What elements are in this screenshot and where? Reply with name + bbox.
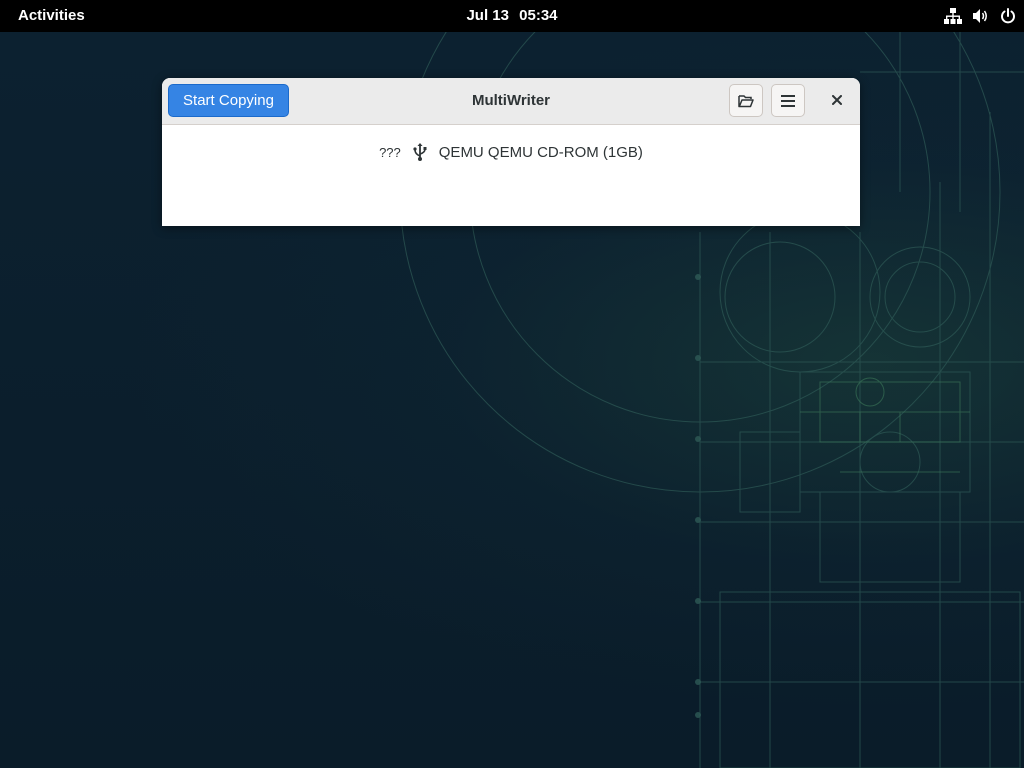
- main-menu-button[interactable]: [771, 84, 805, 117]
- network-wired-icon: [944, 8, 962, 24]
- power-icon: [1001, 8, 1015, 24]
- clock-time: 05:34: [519, 7, 558, 24]
- device-row[interactable]: ??? QEMU QEMU CD-ROM (1GB): [162, 143, 860, 161]
- volume-icon: [973, 9, 987, 23]
- device-list: ??? QEMU QEMU CD-ROM (1GB): [162, 125, 860, 226]
- usb-icon: [413, 143, 427, 161]
- device-label: QEMU QEMU CD-ROM (1GB): [438, 143, 643, 161]
- open-image-button[interactable]: [729, 84, 763, 117]
- multiwriter-window: Start Copying MultiWriter ??? QEMU QEMU …: [162, 78, 860, 226]
- clock[interactable]: Jul 13 05:34: [0, 0, 1024, 32]
- hamburger-menu-icon: [781, 94, 795, 107]
- top-bar: Activities Jul 13 05:34: [0, 0, 1024, 32]
- system-tray[interactable]: [944, 0, 1016, 32]
- clock-date: Jul 13: [466, 7, 509, 24]
- close-icon: [832, 95, 842, 105]
- device-status: ???: [379, 144, 401, 160]
- header-bar: Start Copying MultiWriter: [162, 78, 860, 125]
- folder-open-icon: [738, 94, 754, 107]
- close-window-button[interactable]: [824, 87, 850, 113]
